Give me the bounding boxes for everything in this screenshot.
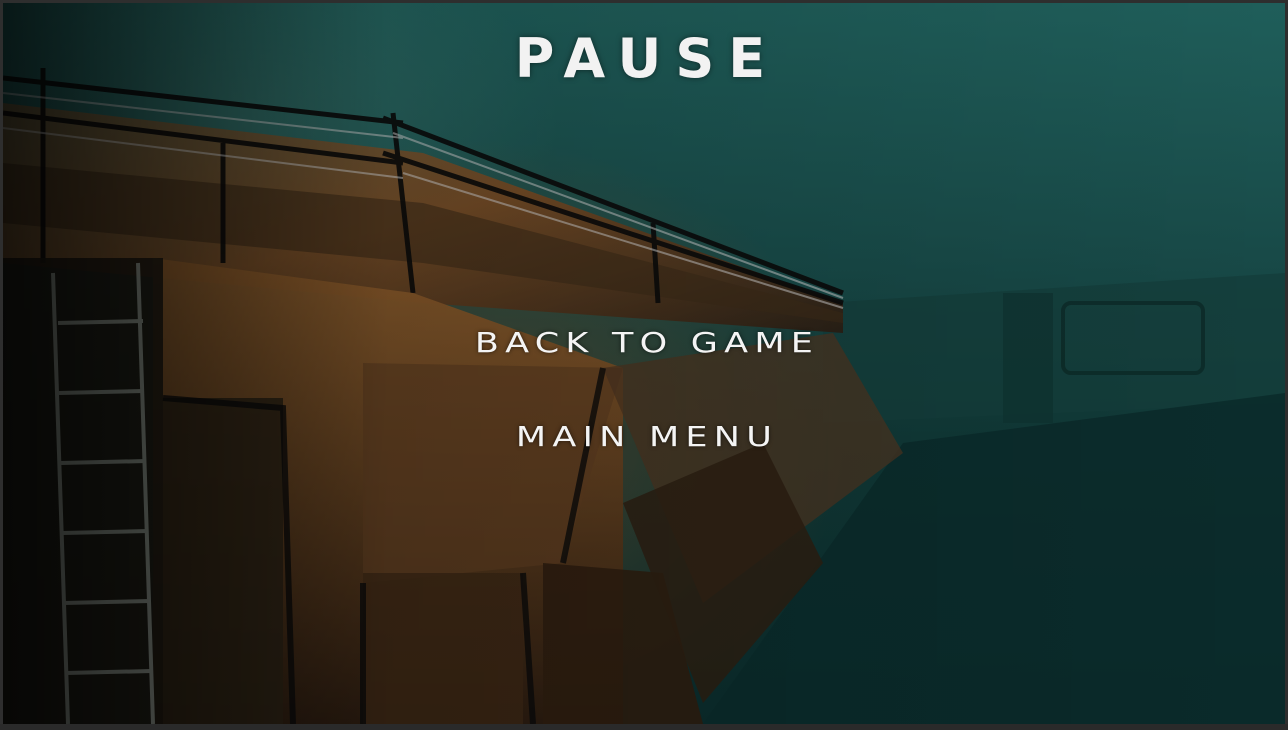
- industrial-bridge-artwork: [3, 3, 1285, 724]
- game-viewport-frame: PAUSE BACK TO GAME MAIN MENU: [0, 0, 1288, 730]
- back-to-game-button[interactable]: BACK TO GAME: [3, 326, 1285, 359]
- main-menu-button[interactable]: MAIN MENU: [3, 420, 1285, 453]
- bottom-border: [0, 724, 1288, 730]
- pause-title: PAUSE: [514, 27, 780, 90]
- background-scene: PAUSE BACK TO GAME MAIN MENU: [3, 3, 1285, 724]
